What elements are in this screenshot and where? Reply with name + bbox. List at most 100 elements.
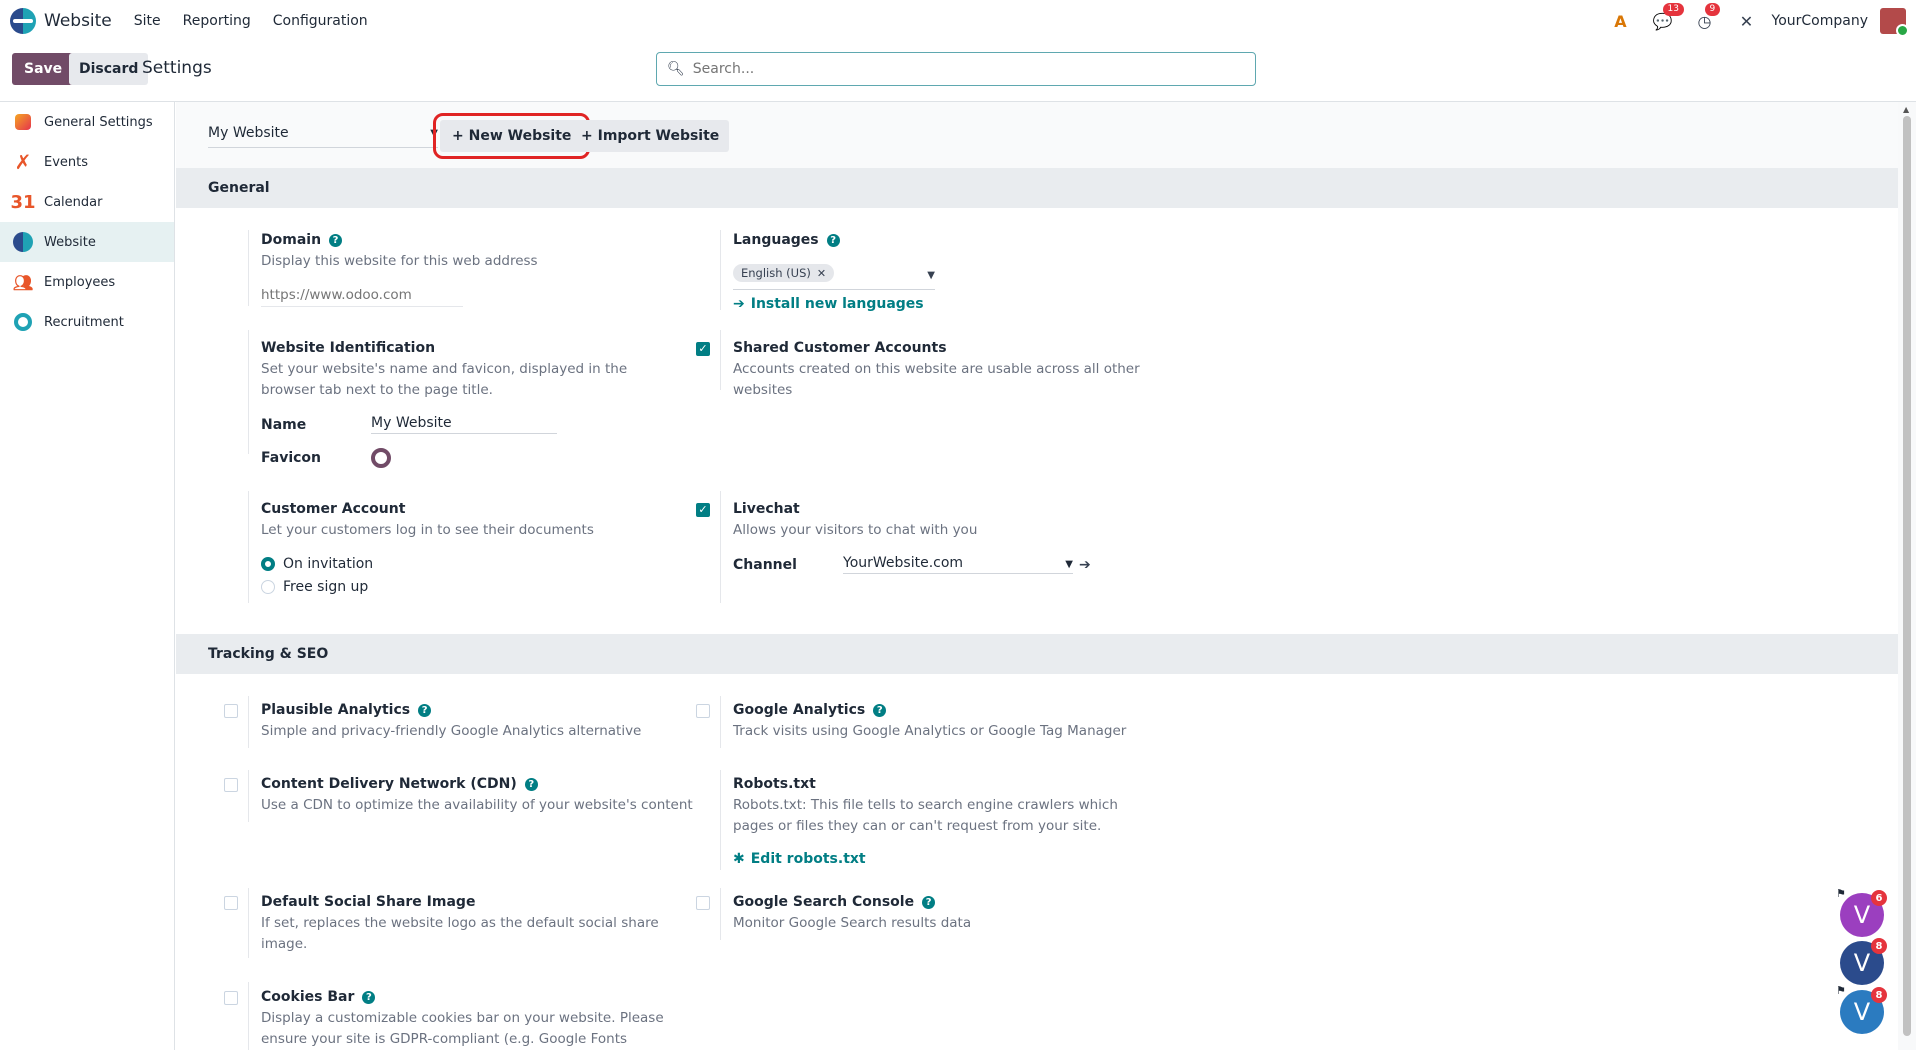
chat-icon[interactable]: 💬 13 — [1652, 2, 1684, 31]
sidebar-item-calendar[interactable]: 31 Calendar — [0, 182, 174, 222]
save-button[interactable]: Save — [12, 53, 75, 85]
setting-cdn: Content Delivery Network (CDN)? Use a CD… — [261, 774, 701, 816]
google-analytics-checkbox[interactable] — [696, 704, 710, 718]
radio-on-invitation[interactable]: On invitation — [261, 552, 681, 575]
general-settings-icon — [15, 114, 31, 130]
shared-accounts-desc: Accounts created on this website are usa… — [733, 361, 1140, 398]
section-general: Domain? Display this website for this we… — [176, 208, 1898, 634]
livechat-checkbox[interactable]: ✓ — [696, 503, 710, 517]
google-analytics-title: Google Analytics — [733, 702, 866, 718]
edit-robots-link[interactable]: ✱ Edit robots.txt — [733, 851, 1153, 867]
radio-free-signup[interactable]: Free sign up — [261, 575, 681, 598]
search-console-checkbox[interactable] — [696, 896, 710, 910]
radio-label: Free sign up — [283, 578, 369, 595]
help-icon[interactable]: ? — [826, 233, 840, 247]
chat-bubble-1[interactable]: V 6 — [1840, 890, 1887, 937]
radio-checked-icon — [261, 556, 275, 571]
website-app-logo-icon[interactable] — [10, 8, 36, 34]
name-input[interactable]: My Website — [371, 415, 557, 434]
plausible-title: Plausible Analytics — [261, 702, 411, 718]
debug-tools-icon[interactable]: ✕ — [1736, 12, 1758, 31]
search-console-desc: Monitor Google Search results data — [733, 915, 972, 931]
sidebar-item-label: Events — [44, 154, 89, 170]
languages-field[interactable]: English (US) ✕ ▼ — [733, 264, 935, 290]
identification-desc: Set your website's name and favicon, dis… — [261, 361, 628, 398]
setting-google-analytics: Google Analytics? Track visits using Goo… — [733, 700, 1173, 742]
bubble-badge: 8 — [1871, 987, 1887, 1003]
shared-accounts-checkbox[interactable]: ✓ — [696, 342, 710, 356]
radio-unchecked-icon — [261, 579, 275, 594]
favicon-image-icon[interactable] — [371, 448, 391, 468]
cdn-checkbox[interactable] — [224, 778, 238, 792]
events-icon: ✗ — [14, 150, 32, 174]
setting-social-image: Default Social Share Image If set, repla… — [261, 892, 681, 955]
remove-tag-icon[interactable]: ✕ — [817, 267, 826, 280]
caret-down-icon: ▼ — [1065, 559, 1073, 570]
language-tag: English (US) ✕ — [733, 264, 835, 282]
top-navbar: Website Site Reporting Configuration A 💬… — [0, 0, 1916, 42]
help-icon[interactable]: ? — [873, 703, 887, 717]
language-tag-label: English (US) — [741, 266, 811, 280]
search-box[interactable]: 🔍︎ — [656, 52, 1256, 86]
sidebar-item-employees[interactable]: 👥︎ Employees — [0, 262, 174, 302]
page-title: Settings — [142, 58, 212, 78]
name-label: Name — [261, 416, 307, 433]
install-languages-link[interactable]: ➔ Install new languages — [733, 296, 1153, 312]
plausible-checkbox[interactable] — [224, 704, 238, 718]
livechat-title: Livechat — [733, 501, 800, 517]
menu-site[interactable]: Site — [134, 13, 161, 29]
help-icon[interactable]: ? — [524, 777, 538, 791]
sidebar-item-website[interactable]: Website — [0, 222, 174, 262]
website-icon — [13, 232, 33, 252]
sidebar-item-recruitment[interactable]: Recruitment — [0, 302, 174, 342]
chat-bubble-3[interactable]: V 8 — [1840, 987, 1887, 1034]
setting-shared-accounts: Shared Customer Accounts Accounts create… — [733, 338, 1153, 401]
setting-website-identification: Website Identification Set your website'… — [261, 338, 681, 468]
help-icon[interactable]: ? — [362, 990, 376, 1004]
external-link-arrow-icon[interactable]: ➔ — [1079, 557, 1091, 573]
cdn-title: Content Delivery Network (CDN) — [261, 776, 517, 792]
social-image-desc: If set, replaces the website logo as the… — [261, 915, 659, 952]
discard-button[interactable]: Discard — [69, 53, 149, 85]
employees-icon: 👥︎ — [12, 272, 34, 292]
search-icon: 🔍︎ — [667, 61, 685, 77]
company-switcher[interactable]: YourCompany — [1772, 13, 1869, 29]
plausible-desc: Simple and privacy-friendly Google Analy… — [261, 723, 642, 739]
sidebar-item-general-settings[interactable]: General Settings — [0, 102, 174, 142]
app-name[interactable]: Website — [44, 11, 112, 31]
help-icon[interactable]: ? — [329, 233, 343, 247]
bubble-letter: V — [1853, 998, 1871, 1026]
new-website-button[interactable]: + New Website — [432, 113, 591, 159]
help-icon[interactable]: ? — [418, 703, 432, 717]
sidebar-item-label: Employees — [44, 274, 116, 290]
channel-select[interactable]: YourWebsite.com ▼ — [843, 555, 1073, 574]
menu-configuration[interactable]: Configuration — [273, 13, 368, 29]
website-select[interactable]: My Website ▼ — [208, 122, 438, 148]
settings-content: My Website ▼ + New Website + Import Webs… — [176, 102, 1898, 1050]
activity-clock-icon[interactable]: ◷ 9 — [1694, 2, 1721, 31]
social-image-checkbox[interactable] — [224, 896, 238, 910]
scroll-thumb[interactable] — [1903, 116, 1911, 1036]
domain-input[interactable] — [261, 284, 463, 307]
bubble-letter: V — [1853, 949, 1871, 977]
robots-title: Robots.txt — [733, 776, 816, 792]
bubble-letter: V — [1853, 901, 1871, 929]
setting-robots: Robots.txt Robots.txt: This file tells t… — [733, 774, 1153, 867]
ai-assist-icon[interactable]: A — [1610, 12, 1632, 31]
help-icon[interactable]: ? — [922, 895, 936, 909]
domain-desc: Display this website for this web addres… — [261, 253, 538, 269]
languages-title: Languages — [733, 232, 819, 248]
menu-reporting[interactable]: Reporting — [183, 13, 251, 29]
cookies-bar-checkbox[interactable] — [224, 991, 238, 1005]
sidebar-item-events[interactable]: ✗ Events — [0, 142, 174, 182]
import-website-button[interactable]: + Import Website — [571, 120, 730, 152]
control-panel: Save Discard Settings 🔍︎ — [0, 42, 1916, 102]
scroll-up-icon[interactable]: ▲ — [1903, 105, 1909, 114]
vertical-scrollbar[interactable]: ▲ — [1898, 102, 1916, 1050]
setting-plausible: Plausible Analytics? Simple and privacy-… — [261, 700, 701, 742]
chat-bubble-2[interactable]: V 8 — [1840, 938, 1887, 985]
flag-icon: ⚑ — [1836, 984, 1846, 997]
user-avatar[interactable] — [1880, 8, 1909, 37]
calendar-icon: 31 — [10, 191, 36, 213]
search-input[interactable] — [692, 61, 1233, 77]
